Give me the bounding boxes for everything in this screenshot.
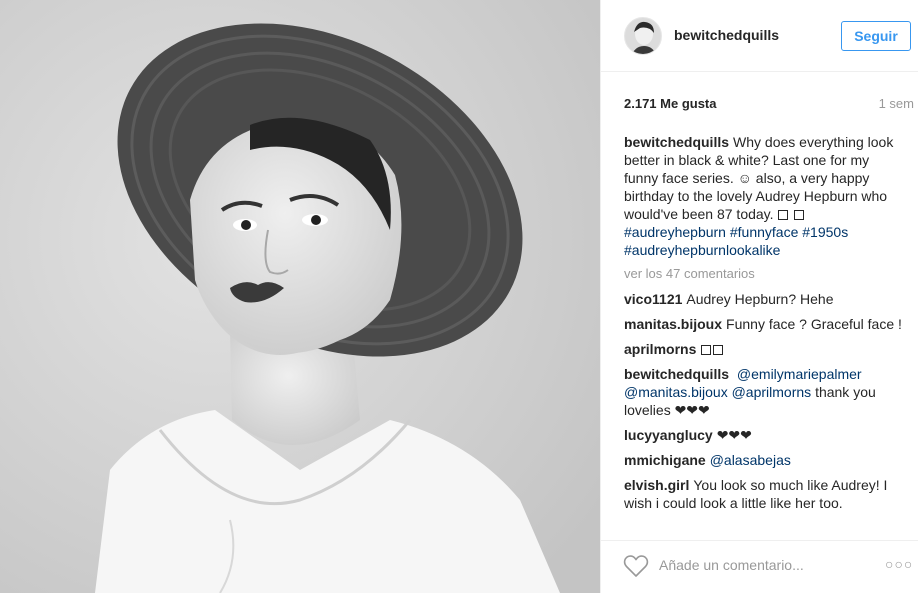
comments-list: bewitchedquills Why does everything look … <box>624 133 906 519</box>
hashtag-link[interactable]: #funnyface <box>730 224 799 240</box>
add-comment-input[interactable] <box>659 554 869 576</box>
comment-username[interactable]: aprilmorns <box>624 341 696 357</box>
mention-link[interactable]: @manitas.bijoux <box>624 384 728 400</box>
hashtag-link[interactable]: #1950s <box>802 224 848 240</box>
header-username[interactable]: bewitchedquills <box>674 27 779 43</box>
square-glyph-icon <box>778 210 789 220</box>
avatar-image <box>625 18 661 54</box>
comment-text: Audrey Hepburn? Hehe <box>686 291 834 307</box>
square-glyph-icon <box>713 345 724 355</box>
avatar[interactable] <box>624 17 662 55</box>
likes-row: 2.171 Me gusta 1 sem <box>624 96 914 114</box>
post-time[interactable]: 1 sem <box>879 96 914 111</box>
caption: bewitchedquills Why does everything look … <box>624 133 906 259</box>
comment-item: elvish.girl You look so much like Audrey!… <box>624 476 906 512</box>
comment-item: lucyyanglucy ❤❤❤ <box>624 426 906 444</box>
square-glyph-icon <box>794 210 805 220</box>
square-glyph-icon <box>701 345 712 355</box>
hashtag-link[interactable]: #audreyhepburnlookalike <box>624 242 780 258</box>
comment-item: manitas.bijoux Funny face ? Graceful face… <box>624 315 906 333</box>
post-side-panel: bewitchedquills Seguir 2.171 Me gusta 1 … <box>600 0 918 593</box>
follow-button[interactable]: Seguir <box>841 21 911 51</box>
post-header: bewitchedquills Seguir <box>601 0 918 72</box>
photo-illustration <box>0 0 600 593</box>
comment-username[interactable]: elvish.girl <box>624 477 689 493</box>
comment-footer: ○○○ <box>601 540 918 593</box>
more-options-icon[interactable]: ○○○ <box>885 556 915 574</box>
comment-item: vico1121 Audrey Hepburn? Hehe <box>624 290 906 308</box>
heart-outline-icon[interactable] <box>623 554 649 578</box>
comment-username[interactable]: mmichigane <box>624 452 706 468</box>
mention-link[interactable]: @emilymariepalmer <box>737 366 862 382</box>
mention-link[interactable]: @alasabejas <box>710 452 791 468</box>
mention-link[interactable]: @aprilmorns <box>732 384 812 400</box>
comment-text: Funny face ? Graceful face ! <box>726 316 902 332</box>
caption-username[interactable]: bewitchedquills <box>624 134 729 150</box>
view-more-comments[interactable]: ver los 47 comentarios <box>624 265 906 283</box>
likes-count[interactable]: 2.171 Me gusta <box>624 96 717 111</box>
comment-username[interactable]: manitas.bijoux <box>624 316 722 332</box>
comment-username[interactable]: bewitchedquills <box>624 366 729 382</box>
comment-item: aprilmorns <box>624 340 906 358</box>
comment-item: bewitchedquills @emilymariepalmer @manit… <box>624 365 906 419</box>
comment-text: ❤❤❤ <box>716 427 752 443</box>
hashtag-link[interactable]: #audreyhepburn <box>624 224 726 240</box>
post-photo[interactable] <box>0 0 600 593</box>
comment-username[interactable]: lucyyanglucy <box>624 427 713 443</box>
comment-username[interactable]: vico1121 <box>624 291 682 307</box>
comment-item: mmichigane @alasabejas <box>624 451 906 469</box>
